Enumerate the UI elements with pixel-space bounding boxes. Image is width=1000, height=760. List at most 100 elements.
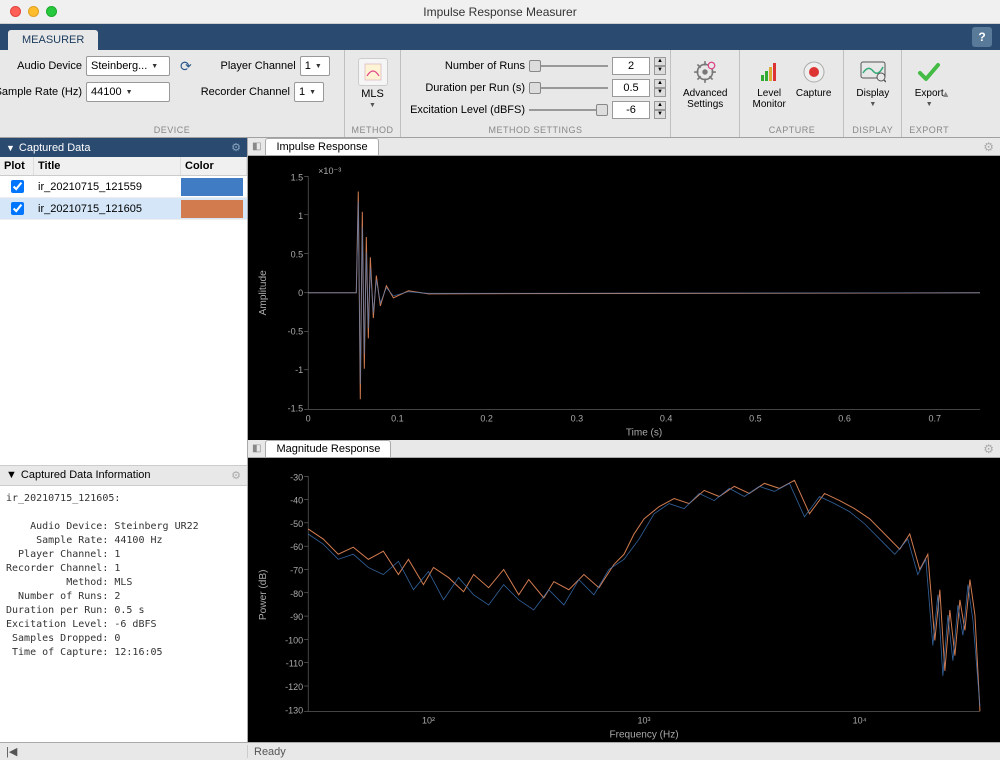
method-dropdown-arrow[interactable]: ▼ xyxy=(369,102,376,109)
advanced-settings-button[interactable]: Advanced Settings xyxy=(681,56,729,121)
magnitude-response-chart[interactable]: -30-40-50-60-70-80-90-100-110-120-130 10… xyxy=(248,458,1000,742)
statusbar: |◀ Ready xyxy=(0,742,1000,760)
player-channel-dropdown[interactable]: 1 xyxy=(300,56,330,76)
gear-icon xyxy=(690,58,720,86)
excitation-value[interactable]: -6 xyxy=(612,101,650,119)
display-section-label: DISPLAY xyxy=(844,125,901,135)
svg-text:10²: 10² xyxy=(422,716,435,726)
plot-checkbox[interactable] xyxy=(11,180,24,193)
close-window-button[interactable] xyxy=(10,6,21,17)
player-channel-label: Player Channel xyxy=(202,60,296,72)
toolbar: Audio Device Steinberg... ⟳ Player Chann… xyxy=(0,50,1000,138)
captured-data-header[interactable]: ▼ Captured Data ⚙ xyxy=(0,138,247,157)
num-runs-slider[interactable] xyxy=(529,59,608,73)
display-button[interactable]: Display ▼ xyxy=(854,56,891,121)
collapse-triangle-icon: ▼ xyxy=(6,469,17,481)
svg-text:0.6: 0.6 xyxy=(838,414,851,424)
method-icon[interactable] xyxy=(358,58,388,86)
method-settings-section: Number of Runs 2 ▲▼ Duration per Run (s)… xyxy=(401,50,671,137)
display-section: Display ▼ DISPLAY xyxy=(844,50,902,137)
svg-text:0: 0 xyxy=(306,414,311,424)
capture-button[interactable]: Capture xyxy=(794,56,834,121)
svg-text:Time (s): Time (s) xyxy=(626,428,662,439)
svg-text:-1.5: -1.5 xyxy=(288,404,304,414)
svg-text:10⁴: 10⁴ xyxy=(853,716,867,726)
col-color-header: Color xyxy=(181,157,247,175)
duration-slider[interactable] xyxy=(529,81,608,95)
chevron-down-icon: ▼ xyxy=(869,101,876,108)
display-icon xyxy=(858,58,888,86)
excitation-slider[interactable] xyxy=(529,103,608,117)
num-runs-value[interactable]: 2 xyxy=(612,57,650,75)
svg-text:-120: -120 xyxy=(285,682,303,692)
svg-text:-60: -60 xyxy=(290,542,303,552)
export-section-label: EXPORT xyxy=(902,125,956,135)
svg-text:-1: -1 xyxy=(295,365,303,375)
impulse-response-chart[interactable]: ×10⁻³ 1.510.5 0-0.5-1-1.5 00.10.20.30.40… xyxy=(248,156,1000,440)
handle-icon[interactable]: ◧ xyxy=(252,443,261,454)
method-section: MLS ▼ METHOD xyxy=(345,50,401,137)
svg-text:-100: -100 xyxy=(285,636,303,646)
impulse-tab-row: ◧ Impulse Response ⚙ xyxy=(248,138,1000,156)
collapse-triangle-icon: ▼ xyxy=(6,143,15,153)
duration-stepper[interactable]: ▲▼ xyxy=(654,79,666,97)
svg-text:×10⁻³: ×10⁻³ xyxy=(318,166,341,176)
svg-text:-130: -130 xyxy=(285,706,303,716)
minimize-window-button[interactable] xyxy=(28,6,39,17)
method-label: MLS xyxy=(361,88,384,100)
sample-rate-label: Sample Rate (Hz) xyxy=(0,86,82,98)
svg-text:-30: -30 xyxy=(290,473,303,483)
audio-device-dropdown[interactable]: Steinberg... xyxy=(86,56,170,76)
num-runs-label: Number of Runs xyxy=(405,60,525,72)
svg-text:0.4: 0.4 xyxy=(660,414,673,424)
svg-text:0: 0 xyxy=(298,288,303,298)
gear-icon[interactable]: ⚙ xyxy=(231,141,241,154)
excitation-stepper[interactable]: ▲▼ xyxy=(654,101,666,119)
gear-icon[interactable]: ⚙ xyxy=(983,442,994,456)
tab-measurer[interactable]: MEASURER xyxy=(8,30,98,50)
col-title-header: Title xyxy=(34,157,181,175)
record-icon xyxy=(799,58,829,86)
table-row[interactable]: ir_20210715_121559 xyxy=(0,176,247,198)
capture-section-label: CAPTURE xyxy=(740,125,843,135)
table-row[interactable]: ir_20210715_121605 xyxy=(0,198,247,220)
help-button[interactable]: ? xyxy=(972,27,992,47)
svg-text:0.1: 0.1 xyxy=(391,414,404,424)
left-panel: ▼ Captured Data ⚙ Plot Title Color ir_20… xyxy=(0,138,248,742)
capture-section: Level Monitor Capture CAPTURE xyxy=(740,50,844,137)
info-panel-header[interactable]: ▼ Captured Data Information ⚙ xyxy=(0,465,247,486)
maximize-window-button[interactable] xyxy=(46,6,57,17)
gear-icon[interactable]: ⚙ xyxy=(983,140,994,154)
recorder-channel-label: Recorder Channel xyxy=(196,86,290,98)
svg-text:-70: -70 xyxy=(290,566,303,576)
gear-icon[interactable]: ⚙ xyxy=(231,469,241,482)
color-swatch[interactable] xyxy=(181,178,243,196)
collapse-toolbar-icon[interactable]: ▲ xyxy=(941,89,950,99)
tab-strip: MEASURER ? xyxy=(0,24,1000,50)
col-plot-header: Plot xyxy=(0,157,34,175)
level-monitor-button[interactable]: Level Monitor xyxy=(750,56,787,121)
sample-rate-dropdown[interactable]: 44100 xyxy=(86,82,170,102)
svg-text:-80: -80 xyxy=(290,589,303,599)
duration-value[interactable]: 0.5 xyxy=(612,79,650,97)
svg-text:-40: -40 xyxy=(290,496,303,506)
svg-text:0.7: 0.7 xyxy=(929,414,942,424)
titlebar: Impulse Response Measurer xyxy=(0,0,1000,24)
svg-text:-50: -50 xyxy=(290,519,303,529)
duration-label: Duration per Run (s) xyxy=(405,82,525,94)
svg-text:Power (dB): Power (dB) xyxy=(258,570,269,621)
refresh-devices-icon[interactable]: ⟳ xyxy=(174,58,198,75)
color-swatch[interactable] xyxy=(181,200,243,218)
handle-icon[interactable]: ◧ xyxy=(252,141,261,152)
method-section-label: METHOD xyxy=(345,125,400,135)
recorder-channel-dropdown[interactable]: 1 xyxy=(294,82,324,102)
impulse-response-tab[interactable]: Impulse Response xyxy=(265,138,378,155)
settings-section-label: METHOD SETTINGS xyxy=(401,125,670,135)
magnitude-response-tab[interactable]: Magnitude Response xyxy=(265,440,391,457)
svg-text:10³: 10³ xyxy=(638,716,651,726)
num-runs-stepper[interactable]: ▲▼ xyxy=(654,57,666,75)
plot-checkbox[interactable] xyxy=(11,202,24,215)
level-monitor-icon xyxy=(754,58,784,86)
chevron-down-icon: ▼ xyxy=(926,101,933,108)
svg-text:1.5: 1.5 xyxy=(291,173,304,183)
